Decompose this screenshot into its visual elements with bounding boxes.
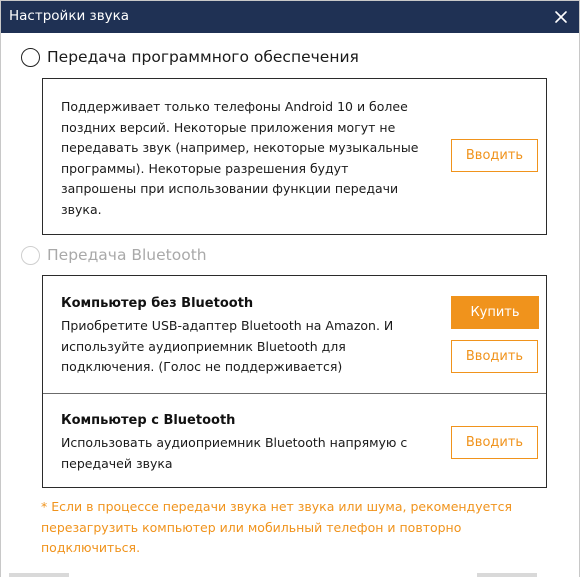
software-transfer-option[interactable]: Передача программного обеспечения bbox=[21, 46, 359, 68]
with-bluetooth-enter-button[interactable]: Вводить bbox=[451, 426, 538, 459]
bottom-grip-right bbox=[477, 573, 537, 577]
bluetooth-transfer-option[interactable]: Передача Bluetooth bbox=[21, 244, 207, 266]
panel-divider bbox=[43, 393, 546, 394]
sound-settings-dialog: Настройки звука Передача программного об… bbox=[0, 0, 580, 577]
software-transfer-label: Передача программного обеспечения bbox=[47, 48, 359, 66]
no-bluetooth-enter-button[interactable]: Вводить bbox=[451, 340, 538, 373]
with-bluetooth-description: Использовать аудиоприемник Bluetooth нап… bbox=[61, 435, 408, 471]
software-transfer-panel: Поддерживает только телефоны Android 10 … bbox=[42, 78, 547, 235]
no-bluetooth-description: Приобретите USB-адаптер Bluetooth на Ama… bbox=[61, 318, 394, 374]
close-icon[interactable] bbox=[549, 5, 573, 29]
software-transfer-radio[interactable] bbox=[21, 47, 40, 67]
software-transfer-description: Поддерживает только телефоны Android 10 … bbox=[61, 99, 419, 217]
bluetooth-transfer-radio[interactable] bbox=[21, 245, 40, 265]
bluetooth-transfer-label: Передача Bluetooth bbox=[47, 246, 207, 264]
buy-adapter-button[interactable]: Купить bbox=[451, 296, 539, 329]
troubleshooting-note: * Если в процессе передачи звука нет зву… bbox=[41, 499, 512, 555]
window-title: Настройки звука bbox=[9, 8, 130, 24]
software-transfer-enter-button[interactable]: Вводить bbox=[451, 139, 538, 172]
with-bluetooth-title: Компьютер с Bluetooth bbox=[61, 413, 236, 428]
title-bar: Настройки звука bbox=[1, 1, 579, 33]
bluetooth-transfer-panel: Компьютер без Bluetooth Приобретите USB-… bbox=[42, 275, 547, 488]
bottom-grip-left bbox=[9, 573, 69, 577]
no-bluetooth-title: Компьютер без Bluetooth bbox=[61, 296, 254, 311]
